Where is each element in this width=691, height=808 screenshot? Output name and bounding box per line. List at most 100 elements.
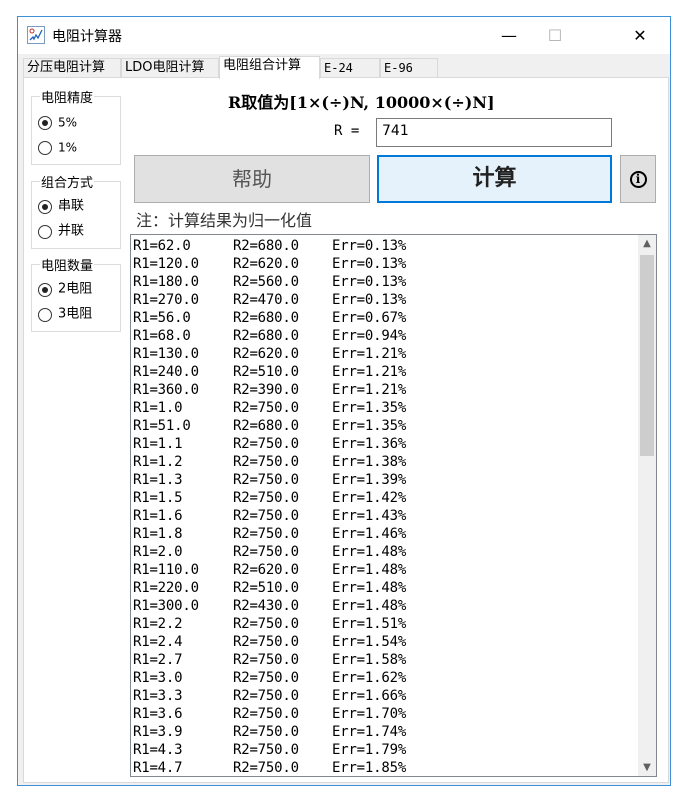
r2-value: R2=620.0 xyxy=(233,256,299,272)
result-row[interactable]: R1=1.8 R2=750.0 Err=1.46% xyxy=(133,525,635,543)
result-row[interactable]: R1=1.6 R2=750.0 Err=1.43% xyxy=(133,507,635,525)
radio-selected-icon xyxy=(38,199,52,214)
r2-value: R2=750.0 xyxy=(233,400,299,416)
r2-value: R2=750.0 xyxy=(233,544,299,560)
error-value: Err=1.42% xyxy=(332,490,407,506)
result-row[interactable]: R1=3.0 R2=750.0 Err=1.62% xyxy=(133,669,635,687)
error-value: Err=0.13% xyxy=(332,256,407,272)
result-row[interactable]: R1=3.3 R2=750.0 Err=1.66% xyxy=(133,687,635,705)
tab-e96[interactable]: E-96 xyxy=(380,58,438,78)
r1-value: R1=180.0 xyxy=(133,274,199,290)
radio-series[interactable]: 串联 xyxy=(38,196,84,216)
r1-value: R1=1.2 xyxy=(133,454,183,470)
r1-value: R1=1.3 xyxy=(133,472,183,488)
r2-value: R2=750.0 xyxy=(233,742,299,758)
r1-value: R1=360.0 xyxy=(133,382,199,398)
maximize-icon[interactable]: ☐ xyxy=(532,17,578,54)
result-row[interactable]: R1=1.5 R2=750.0 Err=1.42% xyxy=(133,489,635,507)
r1-value: R1=130.0 xyxy=(133,346,199,362)
r1-value: R1=3.3 xyxy=(133,688,183,704)
tab-divider-calc[interactable]: 分压电阻计算 xyxy=(23,58,121,78)
error-value: Err=1.85% xyxy=(332,760,407,776)
window-title: 电阻计算器 xyxy=(52,29,122,45)
calculate-button[interactable]: 计算 xyxy=(377,155,612,203)
close-icon[interactable]: ✕ xyxy=(617,17,663,54)
tab-e24[interactable]: E-24 xyxy=(320,58,380,78)
result-row[interactable]: R1=68.0 R2=680.0 Err=0.94% xyxy=(133,327,635,345)
result-row[interactable]: R1=2.2 R2=750.0 Err=1.51% xyxy=(133,615,635,633)
result-row[interactable]: R1=2.4 R2=750.0 Err=1.54% xyxy=(133,633,635,651)
radio-precision-1[interactable]: 1% xyxy=(38,137,77,157)
radio-parallel[interactable]: 并联 xyxy=(38,221,84,241)
r2-value: R2=560.0 xyxy=(233,274,299,290)
result-row[interactable]: R1=1.0 R2=750.0 Err=1.35% xyxy=(133,399,635,417)
radio-unselected-icon xyxy=(38,140,52,155)
result-row[interactable]: R1=110.0 R2=620.0 Err=1.48% xyxy=(133,561,635,579)
precision-group: 电阻精度 5% 1% xyxy=(31,87,121,165)
app-icon xyxy=(27,26,45,44)
scroll-up-icon[interactable]: ▲ xyxy=(638,235,656,252)
r1-value: R1=1.0 xyxy=(133,400,183,416)
result-row[interactable]: R1=2.0 R2=750.0 Err=1.48% xyxy=(133,543,635,561)
result-row[interactable]: R1=240.0 R2=510.0 Err=1.21% xyxy=(133,363,635,381)
r2-value: R2=430.0 xyxy=(233,598,299,614)
r1-value: R1=4.3 xyxy=(133,742,183,758)
radio-unselected-icon xyxy=(38,224,52,239)
result-row[interactable]: R1=220.0 R2=510.0 Err=1.48% xyxy=(133,579,635,597)
tab-combination-calc[interactable]: 电阻组合计算 xyxy=(219,56,320,79)
radio-label: 串联 xyxy=(58,198,85,214)
result-row[interactable]: R1=3.9 R2=750.0 Err=1.74% xyxy=(133,723,635,741)
result-row[interactable]: R1=4.3 R2=750.0 Err=1.79% xyxy=(133,741,635,759)
radio-label: 3电阻 xyxy=(58,306,93,322)
error-value: Err=1.58% xyxy=(332,652,407,668)
r1-value: R1=4.7 xyxy=(133,760,183,776)
minimize-icon[interactable]: — xyxy=(486,17,532,54)
r2-value: R2=750.0 xyxy=(233,652,299,668)
result-row[interactable]: R1=1.3 R2=750.0 Err=1.39% xyxy=(133,471,635,489)
radio-three-resistors[interactable]: 3电阻 xyxy=(38,304,92,324)
radio-precision-5[interactable]: 5% xyxy=(38,112,77,132)
r1-value: R1=300.0 xyxy=(133,598,199,614)
range-heading: R取值为[1×(÷)N, 10000×(÷)N] xyxy=(228,93,495,112)
scroll-thumb[interactable] xyxy=(640,255,654,456)
result-row[interactable]: R1=1.1 R2=750.0 Err=1.36% xyxy=(133,435,635,453)
info-icon: i xyxy=(629,170,647,188)
result-row[interactable]: R1=51.0 R2=680.0 Err=1.35% xyxy=(133,417,635,435)
r2-value: R2=750.0 xyxy=(233,616,299,632)
result-row[interactable]: R1=300.0 R2=430.0 Err=1.48% xyxy=(133,597,635,615)
error-value: Err=1.35% xyxy=(332,418,407,434)
result-row[interactable]: R1=4.7 R2=750.0 Err=1.85% xyxy=(133,759,635,776)
title-bar[interactable]: 电阻计算器 — ☐ ✕ xyxy=(18,17,670,54)
result-row[interactable]: R1=3.6 R2=750.0 Err=1.70% xyxy=(133,705,635,723)
result-row[interactable]: R1=56.0 R2=680.0 Err=0.67% xyxy=(133,309,635,327)
r1-value: R1=270.0 xyxy=(133,292,199,308)
r1-value: R1=240.0 xyxy=(133,364,199,380)
r2-value: R2=680.0 xyxy=(233,238,299,254)
result-row[interactable]: R1=1.2 R2=750.0 Err=1.38% xyxy=(133,453,635,471)
r2-value: R2=750.0 xyxy=(233,526,299,542)
radio-selected-icon xyxy=(38,115,52,130)
radio-selected-icon xyxy=(38,282,52,297)
results-list[interactable]: R1=62.0 R2=680.0 Err=0.13% R1=120.0 R2=620.0… xyxy=(130,234,657,777)
result-row[interactable]: R1=62.0 R2=680.0 Err=0.13% xyxy=(133,237,635,255)
scroll-down-icon[interactable]: ▼ xyxy=(638,759,656,776)
error-value: Err=1.48% xyxy=(332,562,407,578)
result-row[interactable]: R1=270.0 R2=470.0 Err=0.13% xyxy=(133,291,635,309)
r-value-input[interactable]: 741 xyxy=(376,118,612,147)
error-value: Err=1.48% xyxy=(332,544,407,560)
info-button[interactable]: i xyxy=(620,155,656,203)
result-row[interactable]: R1=120.0 R2=620.0 Err=0.13% xyxy=(133,255,635,273)
precision-group-title: 电阻精度 xyxy=(40,87,95,106)
result-row[interactable]: R1=360.0 R2=390.0 Err=1.21% xyxy=(133,381,635,399)
combination-group: 组合方式 串联 并联 xyxy=(31,172,121,249)
vertical-scrollbar[interactable]: ▲ ▼ xyxy=(638,235,656,776)
error-value: Err=0.13% xyxy=(332,292,407,308)
radio-two-resistors[interactable]: 2电阻 xyxy=(38,279,92,299)
error-value: Err=1.39% xyxy=(332,472,407,488)
help-button[interactable]: 帮助 xyxy=(134,155,370,203)
result-row[interactable]: R1=130.0 R2=620.0 Err=1.21% xyxy=(133,345,635,363)
result-row[interactable]: R1=2.7 R2=750.0 Err=1.58% xyxy=(133,651,635,669)
result-row[interactable]: R1=180.0 R2=560.0 Err=0.13% xyxy=(133,273,635,291)
tab-ldo-calc[interactable]: LDO电阻计算 xyxy=(121,58,219,78)
error-value: Err=1.66% xyxy=(332,688,407,704)
